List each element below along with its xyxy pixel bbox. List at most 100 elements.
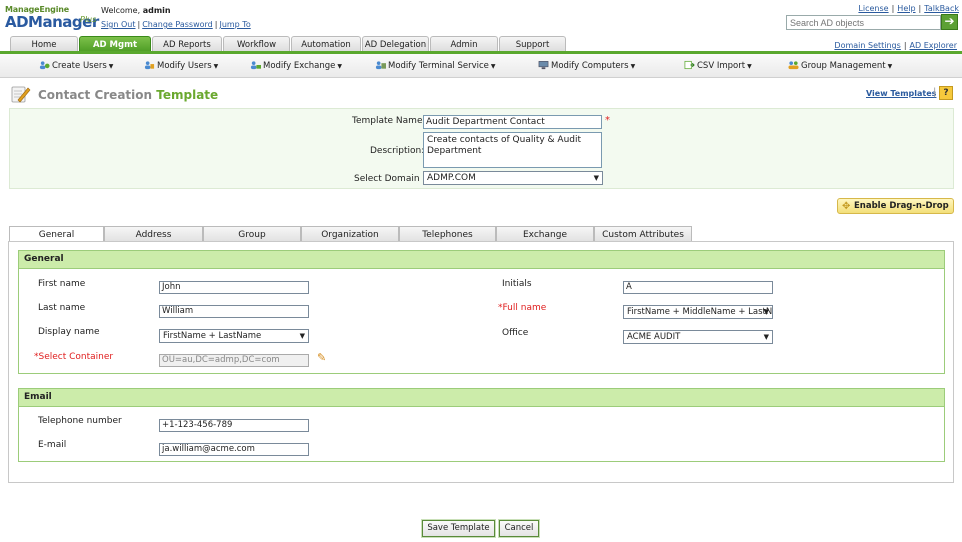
full-name-value: FirstName + MiddleName + LastN <box>627 307 773 317</box>
csv-import-icon <box>684 60 695 70</box>
dnd-label: Enable Drag-n-Drop <box>854 201 949 211</box>
tab-admin[interactable]: Admin <box>430 36 498 52</box>
menu-label: Modify Terminal Service <box>388 61 489 71</box>
page-title: Contact Creation Template <box>38 88 218 102</box>
initials-label: Initials <box>502 279 532 289</box>
domain-settings-link[interactable]: Domain Settings <box>834 41 900 50</box>
enable-drag-n-drop-button[interactable]: ✥ Enable Drag-n-Drop <box>837 198 954 214</box>
required-marker: * <box>605 115 610 126</box>
tab-home[interactable]: Home <box>10 36 78 52</box>
general-section-heading: General <box>19 251 944 269</box>
jump-to-link[interactable]: Jump To <box>219 20 250 29</box>
tab-automation[interactable]: Automation <box>291 36 361 52</box>
description-label: Description: <box>370 146 425 156</box>
caret-down-icon: ▼ <box>337 63 343 70</box>
menu-csv-import[interactable]: CSV Import ▼ <box>684 60 752 71</box>
select-domain-label: Select Domain : <box>354 174 426 184</box>
tab-ad-reports[interactable]: AD Reports <box>152 36 222 52</box>
tab-exchange[interactable]: Exchange <box>496 226 594 242</box>
search-input[interactable] <box>786 15 941 30</box>
help-link[interactable]: Help <box>897 4 915 13</box>
view-templates-link[interactable]: View Templates <box>866 89 936 98</box>
menu-label: Modify Computers <box>551 61 629 71</box>
talkback-link[interactable]: TalkBack <box>924 4 959 13</box>
edit-pencil-icon[interactable]: ✎ <box>317 351 326 364</box>
email-section-heading: Email <box>19 389 944 407</box>
menu-modify-users[interactable]: Modify Users ▼ <box>144 60 218 71</box>
user-links: Sign Out | Change Password | Jump To <box>101 20 251 29</box>
menu-label: CSV Import <box>697 61 746 71</box>
full-name-label-text: Full name <box>502 303 547 313</box>
first-name-input[interactable]: John <box>159 281 309 294</box>
email-section: Email Telephone number +1-123-456-789 E-… <box>18 388 945 462</box>
container-input: OU=au,DC=admp,DC=com <box>159 354 309 367</box>
caret-down-icon: ▼ <box>763 308 769 316</box>
menu-modify-terminal-service[interactable]: Modify Terminal Service ▼ <box>375 60 496 71</box>
search-go-button[interactable]: ➔ <box>941 14 958 30</box>
tab-telephones[interactable]: Telephones <box>399 226 496 242</box>
app-logo[interactable]: ManageEngine ADManager Plus <box>5 5 99 33</box>
menu-label: Modify Exchange <box>263 61 336 71</box>
last-name-label: Last name <box>38 303 86 313</box>
display-name-label: Display name <box>38 327 100 337</box>
first-name-label: First name <box>38 279 86 289</box>
main-tabs: Home AD Mgmt AD Reports Workflow Automat… <box>8 36 962 53</box>
select-container-label: *Select Container <box>34 352 113 362</box>
tab-support[interactable]: Support <box>499 36 566 52</box>
menu-modify-exchange[interactable]: Modify Exchange ▼ <box>250 60 342 71</box>
caret-down-icon: ▼ <box>630 63 636 70</box>
full-name-select[interactable]: FirstName + MiddleName + LastN ▼ <box>623 305 773 319</box>
office-value: ACME AUDIT <box>627 332 681 342</box>
last-name-input[interactable]: William <box>159 305 309 318</box>
initials-input[interactable]: A <box>623 281 773 294</box>
welcome-text: Welcome, admin <box>101 6 171 15</box>
description-textarea[interactable]: Create contacts of Quality & Audit Depar… <box>423 132 602 168</box>
help-icon[interactable]: ? <box>939 86 953 100</box>
template-name-label: Template Name: <box>352 116 426 126</box>
caret-down-icon: ▼ <box>593 174 599 182</box>
full-name-label: *Full name <box>498 303 546 313</box>
caret-down-icon: ▼ <box>213 63 219 70</box>
app-header: ManageEngine ADManager Plus Welcome, adm… <box>0 0 962 36</box>
display-name-select[interactable]: FirstName + LastName ▼ <box>159 329 309 343</box>
page-title-main: Contact Creation <box>38 88 153 102</box>
title-separator: | <box>933 87 937 98</box>
move-icon: ✥ <box>842 201 851 212</box>
template-details-panel: Template Name: * Description: Create con… <box>9 108 954 189</box>
caret-down-icon: ▼ <box>747 63 752 70</box>
users-icon <box>39 61 50 70</box>
computer-icon <box>538 61 549 70</box>
sign-out-link[interactable]: Sign Out <box>101 20 136 29</box>
tab-custom-attributes[interactable]: Custom Attributes <box>594 226 692 242</box>
welcome-label: Welcome, <box>101 6 141 15</box>
menu-create-users[interactable]: Create Users ▼ <box>39 60 113 71</box>
page-title-accent: Template <box>156 88 219 102</box>
office-select[interactable]: ACME AUDIT ▼ <box>623 330 773 344</box>
telephone-input[interactable]: +1-123-456-789 <box>159 419 309 432</box>
template-name-input[interactable] <box>423 115 602 129</box>
tab-ad-delegation[interactable]: AD Delegation <box>362 36 429 52</box>
username: admin <box>142 6 171 15</box>
menu-label: Group Management <box>801 61 886 71</box>
menu-modify-computers[interactable]: Modify Computers ▼ <box>538 60 635 71</box>
tab-organization[interactable]: Organization <box>301 226 399 242</box>
email-input[interactable]: ja.william@acme.com <box>159 443 309 456</box>
save-template-button[interactable]: Save Template <box>422 520 495 537</box>
ad-explorer-link[interactable]: AD Explorer <box>910 41 957 50</box>
menu-group-management[interactable]: Group Management ▼ <box>788 60 892 71</box>
email-label: E-mail <box>38 440 67 450</box>
tab-workflow[interactable]: Workflow <box>223 36 290 52</box>
telephone-label: Telephone number <box>38 416 122 426</box>
license-link[interactable]: License <box>858 4 888 13</box>
domain-select-value: ADMP.COM <box>427 173 476 183</box>
exchange-icon <box>250 61 261 70</box>
tab-group[interactable]: Group <box>203 226 301 242</box>
caret-down-icon: ▼ <box>763 333 769 341</box>
users-edit-icon <box>144 61 155 70</box>
sub-menu: Create Users ▼ Modify Users ▼ Modify Excha… <box>0 54 962 78</box>
cancel-button[interactable]: Cancel <box>499 520 539 537</box>
change-password-link[interactable]: Change Password <box>142 20 213 29</box>
tab-address[interactable]: Address <box>104 226 203 242</box>
menu-label: Create Users <box>52 61 107 71</box>
domain-select[interactable]: ADMP.COM ▼ <box>423 171 603 185</box>
